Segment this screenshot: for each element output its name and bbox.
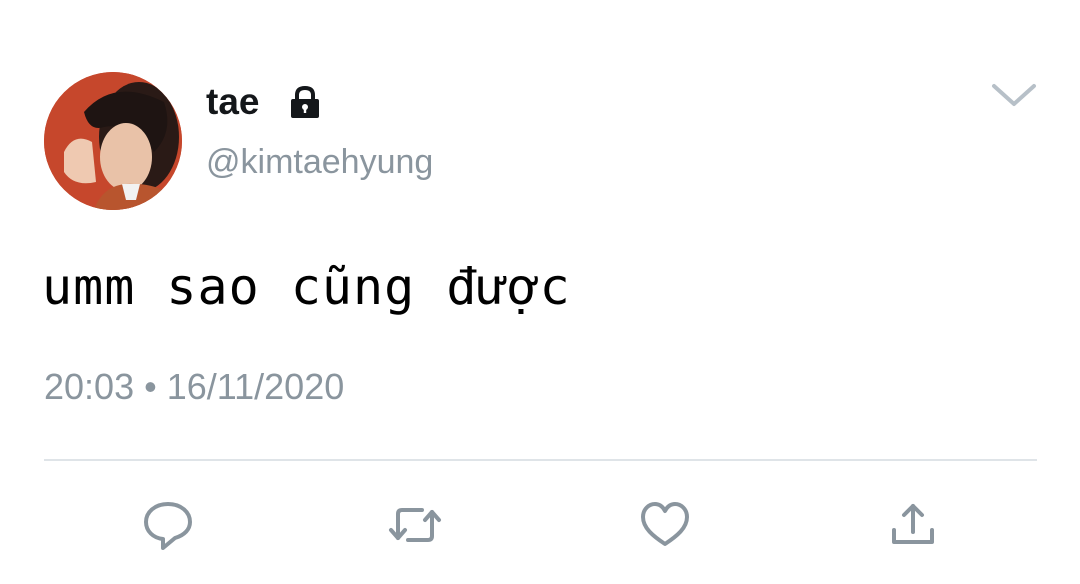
divider bbox=[44, 459, 1037, 461]
tweet-time: 20:03 bbox=[44, 366, 135, 407]
display-name[interactable]: tae bbox=[206, 80, 259, 124]
share-button[interactable] bbox=[886, 498, 940, 552]
share-icon bbox=[892, 504, 934, 544]
chevron-down-icon[interactable] bbox=[990, 78, 1038, 112]
lock-icon bbox=[291, 85, 319, 118]
tweet-text: umm sao cũng được bbox=[42, 258, 571, 316]
tweet-card: tae @kimtaehyung umm sao cũng được 20:03… bbox=[0, 0, 1080, 584]
avatar-photo bbox=[44, 72, 182, 210]
tweet-date: 16/11/2020 bbox=[166, 366, 345, 407]
reply-button[interactable] bbox=[141, 498, 195, 552]
avatar[interactable] bbox=[44, 72, 182, 210]
retweet-button[interactable] bbox=[388, 498, 442, 552]
like-button[interactable] bbox=[638, 498, 692, 552]
tweet-timestamp[interactable]: 20:03 • 16/11/2020 bbox=[44, 366, 344, 408]
user-handle[interactable]: @kimtaehyung bbox=[206, 142, 433, 182]
reply-icon bbox=[144, 502, 192, 550]
like-icon bbox=[641, 502, 689, 546]
retweet-icon bbox=[389, 508, 441, 542]
timestamp-separator: • bbox=[144, 366, 157, 407]
